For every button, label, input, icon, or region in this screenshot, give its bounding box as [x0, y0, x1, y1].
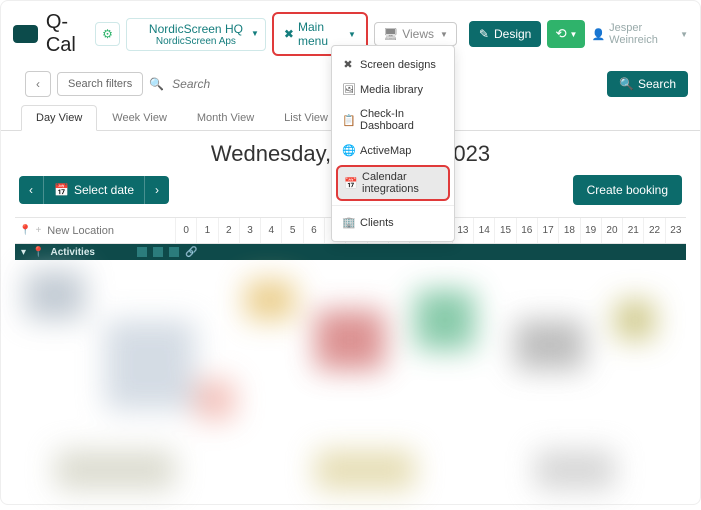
plus-icon: + — [35, 225, 41, 236]
menu-item-label: Media library — [360, 84, 423, 96]
date-picker: ‹ 📅 Select date › — [19, 176, 169, 204]
brand: Q-Cal — [13, 11, 89, 57]
chevron-right-icon: › — [155, 183, 159, 197]
chevron-down-icon: ▼ — [570, 30, 578, 39]
menu-item-label: Check-In Dashboard — [360, 108, 444, 132]
refresh-icon: ⟲ — [555, 26, 566, 42]
design-button[interactable]: ✎ Design — [469, 21, 541, 47]
menu-item-media-library[interactable]: 🖼 Media library — [332, 77, 454, 102]
menu-item-label: Calendar integrations — [362, 171, 442, 195]
org-subtitle: NordicScreen Aps — [141, 36, 251, 47]
select-date-button[interactable]: 📅 Select date — [43, 176, 145, 204]
tab-week-view[interactable]: Week View — [97, 105, 182, 130]
menu-divider — [332, 205, 454, 206]
hour-cell: 15 — [494, 218, 515, 243]
calendar-icon: 📅 — [54, 183, 69, 197]
tools-icon: ✖ — [284, 27, 294, 41]
hour-cell: 4 — [260, 218, 281, 243]
hour-cell: 23 — [665, 218, 686, 243]
monitor-icon: 🖥 — [383, 27, 398, 41]
tab-month-view[interactable]: Month View — [182, 105, 269, 130]
back-button[interactable]: ‹ — [25, 71, 51, 97]
org-name: NordicScreen HQ — [141, 22, 251, 36]
main-menu-label: Main menu — [298, 20, 344, 48]
hour-cell: 3 — [239, 218, 260, 243]
menu-item-icon: 🌐 — [342, 144, 354, 157]
search-icon: 🔍 — [149, 77, 164, 91]
pin-icon: 📍 — [32, 247, 44, 258]
new-location-input[interactable] — [45, 224, 165, 238]
menu-item-icon: 🏢 — [342, 216, 354, 229]
hour-cell: 0 — [175, 218, 196, 243]
create-booking-button[interactable]: Create booking — [573, 175, 682, 205]
activities-bar: ▾ 📍 Activities 🔗 — [15, 244, 686, 260]
menu-item-icon: 🖼 — [342, 83, 354, 96]
refresh-button[interactable]: ⟲ ▼ — [547, 20, 585, 48]
chevron-down-icon: ▼ — [348, 30, 356, 39]
hour-cell: 20 — [601, 218, 622, 243]
hour-cell: 22 — [643, 218, 664, 243]
hour-cell: 21 — [622, 218, 643, 243]
hour-cell: 17 — [537, 218, 558, 243]
calendar-content-blurred — [15, 260, 686, 510]
hour-cell: 16 — [516, 218, 537, 243]
pencil-icon: ✎ — [479, 27, 489, 41]
activities-label: Activities — [50, 247, 94, 258]
search-button-label: Search — [638, 77, 676, 91]
filter-chip[interactable] — [169, 247, 179, 257]
chevron-left-icon: ‹ — [29, 183, 33, 197]
search-icon: 🔍 — [619, 77, 634, 91]
menu-item-calendar-integrations[interactable]: 📅 Calendar integrations — [336, 165, 450, 201]
menu-item-check-in-dashboard[interactable]: 📋 Check-In Dashboard — [332, 102, 454, 138]
filter-chip[interactable] — [137, 247, 147, 257]
chevron-down-icon: ▼ — [440, 30, 448, 39]
chevron-down-icon: ▼ — [680, 30, 688, 39]
user-menu[interactable]: 👤 Jesper Weinreich ▼ — [591, 22, 688, 46]
search-button[interactable]: 🔍 Search — [607, 71, 688, 97]
menu-item-screen-designs[interactable]: ✖ Screen designs — [332, 52, 454, 77]
gear-icon: ⚙ — [102, 27, 113, 41]
design-label: Design — [494, 27, 531, 41]
new-location-cell: 📍 + — [15, 224, 175, 238]
chevron-down-icon[interactable]: ▾ — [21, 247, 26, 258]
menu-item-label: ActiveMap — [360, 145, 411, 157]
menu-item-icon: 📋 — [342, 114, 354, 127]
menu-item-clients[interactable]: 🏢 Clients — [332, 210, 454, 235]
brand-name: Q-Cal — [46, 11, 89, 57]
views-button[interactable]: 🖥 Views ▼ — [374, 22, 457, 46]
select-date-label: Select date — [74, 183, 134, 197]
menu-item-activemap[interactable]: 🌐 ActiveMap — [332, 138, 454, 163]
settings-button[interactable]: ⚙ — [95, 22, 120, 46]
date-prev-button[interactable]: ‹ — [19, 176, 43, 204]
user-name: Jesper Weinreich — [609, 22, 676, 46]
search-filters-button[interactable]: Search filters — [57, 72, 143, 96]
hour-cell: 1 — [196, 218, 217, 243]
views-label: Views — [402, 27, 434, 41]
hour-cell: 6 — [303, 218, 324, 243]
hour-cell: 14 — [473, 218, 494, 243]
main-menu-dropdown: ✖ Screen designs 🖼 Media library 📋 Check-In D… — [331, 45, 455, 242]
chevron-left-icon: ‹ — [36, 77, 40, 91]
menu-item-icon: ✖ — [342, 58, 354, 71]
menu-item-label: Clients — [360, 217, 394, 229]
org-selector[interactable]: NordicScreen HQ NordicScreen Aps ▼ — [126, 18, 266, 51]
tab-day-view[interactable]: Day View — [21, 105, 97, 131]
hour-cell: 5 — [281, 218, 302, 243]
hour-cell: 18 — [558, 218, 579, 243]
pin-icon: 📍 — [19, 225, 31, 236]
chevron-down-icon: ▼ — [251, 29, 259, 38]
user-icon: 👤 — [591, 28, 605, 41]
brand-logo — [13, 25, 38, 43]
menu-item-icon: 📅 — [344, 177, 356, 190]
link-icon[interactable]: 🔗 — [185, 247, 197, 258]
filter-chip[interactable] — [153, 247, 163, 257]
menu-item-label: Screen designs — [360, 59, 436, 71]
date-next-button[interactable]: › — [145, 176, 169, 204]
hour-cell: 2 — [218, 218, 239, 243]
hour-cell: 19 — [580, 218, 601, 243]
